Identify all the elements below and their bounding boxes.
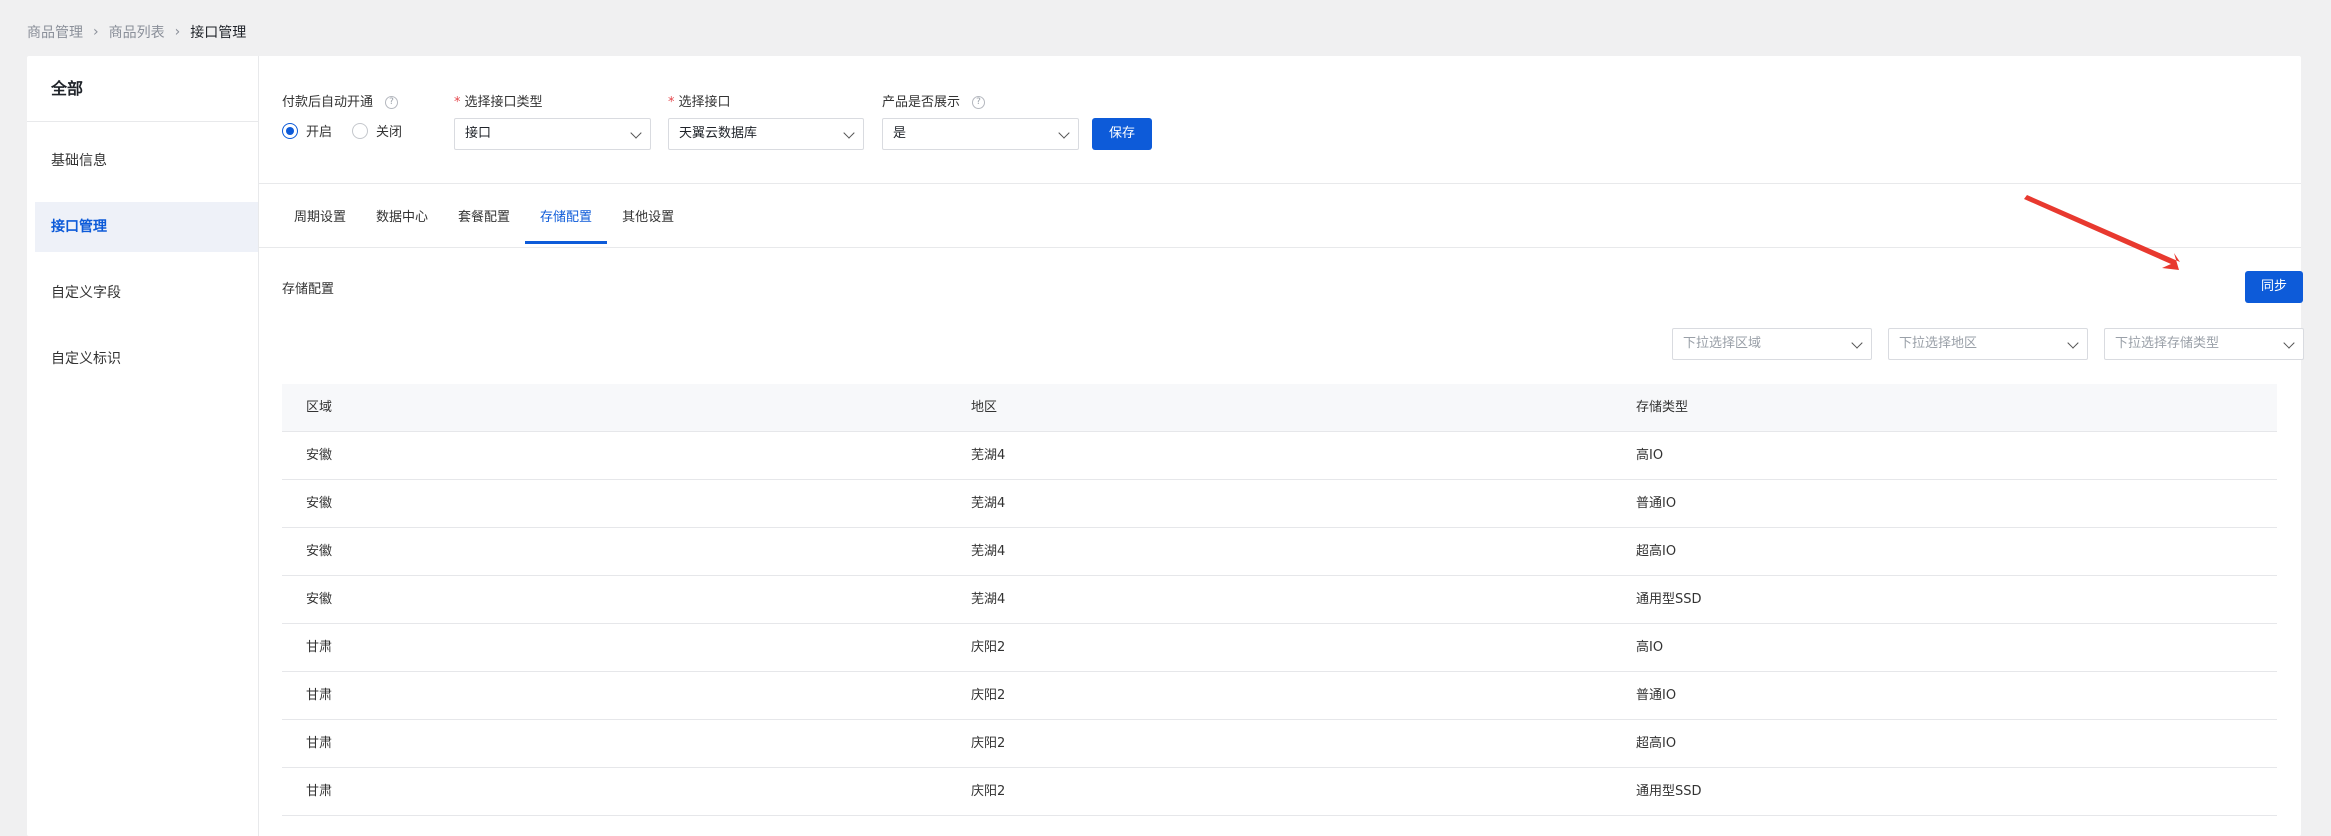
cell-storage-type: 普通IO [1636, 688, 1677, 703]
column-header-area: 地区 [971, 400, 998, 415]
tab-storage-config[interactable]: 存储配置 [525, 206, 608, 244]
section-title: 存储配置 [282, 282, 335, 297]
tabs-divider [259, 247, 2301, 248]
tab-data-center[interactable]: 数据中心 [361, 206, 443, 244]
chevron-down-icon [630, 127, 642, 139]
table-row: 甘肃 庆阳2 普通IO [282, 672, 2277, 720]
table-row: 安徽 芜湖4 普通IO [282, 480, 2277, 528]
radio-on[interactable]: 开启 [282, 121, 332, 140]
cell-area: 芜湖4 [971, 448, 1006, 463]
table-row: 安徽 芜湖4 超高IO [282, 528, 2277, 576]
save-button[interactable]: 保存 [1092, 118, 1152, 150]
column-header-storage-type: 存储类型 [1636, 400, 1689, 415]
column-header-region: 区域 [306, 400, 333, 415]
main-panel: 付款后自动开通? 开启 关闭 *选择接口类型 接口 *选择接口 天翼云数据库 [259, 56, 2304, 836]
cell-storage-type: 超高IO [1636, 544, 1677, 559]
sidebar-item-interface-management[interactable]: 接口管理 [35, 202, 258, 252]
cell-region: 安徽 [306, 496, 333, 511]
table-row: 甘肃 庆阳2 通用型SSD [282, 768, 2277, 816]
sidebar-item-custom-tags[interactable]: 自定义标识 [35, 334, 258, 384]
cell-storage-type: 通用型SSD [1636, 784, 1702, 799]
tab-other-settings[interactable]: 其他设置 [607, 206, 689, 244]
tab-package-config[interactable]: 套餐配置 [443, 206, 525, 244]
cell-area: 庆阳2 [971, 640, 1006, 655]
table-header: 区域 地区 存储类型 [282, 384, 2277, 432]
auto-open-label: 付款后自动开通? [282, 93, 422, 113]
table-row: 安徽 芜湖4 高IO [282, 432, 2277, 480]
radio-unchecked-icon [352, 122, 369, 139]
storage-table: 区域 地区 存储类型 安徽 芜湖4 高IO 安徽 芜湖4 普通IO 安徽 芜湖4 超高IO … [282, 384, 2277, 816]
radio-checked-icon [282, 122, 298, 139]
cell-area: 芜湖4 [971, 544, 1006, 559]
breadcrumb-item-product-list[interactable]: 商品列表 [109, 22, 165, 42]
display-select[interactable]: 是 [882, 118, 1079, 150]
sync-button[interactable]: 同步 [2245, 271, 2303, 303]
interface-select[interactable]: 天翼云数据库 [668, 118, 864, 150]
cell-storage-type: 高IO [1636, 448, 1664, 463]
auto-open-field: 付款后自动开通? 开启 关闭 [282, 93, 422, 140]
cell-storage-type: 高IO [1636, 640, 1664, 655]
cell-region: 甘肃 [306, 784, 333, 799]
cell-region: 安徽 [306, 544, 333, 559]
interface-field: * 选择接口 [668, 93, 731, 113]
sidebar-item-custom-fields[interactable]: 自定义字段 [35, 268, 258, 318]
storage-type-filter-select[interactable]: 下拉选择存储类型 [2104, 328, 2304, 360]
breadcrumb: 商品管理 › 商品列表 › 接口管理 [27, 22, 246, 42]
breadcrumb-separator-icon: › [93, 24, 99, 40]
area-filter-select[interactable]: 下拉选择地区 [1888, 328, 2088, 360]
region-filter-select[interactable]: 下拉选择区域 [1672, 328, 1872, 360]
breadcrumb-separator-icon: › [174, 24, 181, 40]
interface-type-select[interactable]: 接口 [454, 118, 651, 150]
help-icon[interactable]: ? [385, 96, 399, 109]
display-field: 产品是否展示? [882, 93, 986, 113]
form-divider [259, 183, 2301, 184]
content-card: 全部 基础信息 接口管理 自定义字段 自定义标识 付款后自动开通? 开启 关闭 … [27, 56, 2304, 836]
cell-storage-type: 普通IO [1636, 496, 1677, 511]
chevron-down-icon [2067, 337, 2079, 349]
cell-region: 甘肃 [306, 640, 333, 655]
cell-area: 芜湖4 [971, 496, 1006, 511]
sidebar: 全部 基础信息 接口管理 自定义字段 自定义标识 [27, 56, 259, 836]
cell-region: 甘肃 [306, 736, 333, 751]
cell-region: 安徽 [306, 448, 333, 463]
chevron-down-icon [2283, 337, 2295, 349]
config-tabs: 周期设置 数据中心 套餐配置 存储配置 其他设置 [279, 206, 689, 244]
cell-area: 庆阳2 [971, 736, 1006, 751]
display-label: 产品是否展示? [882, 93, 986, 113]
interface-label: * 选择接口 [668, 95, 731, 110]
interface-type-label: * 选择接口类型 [454, 95, 543, 110]
chevron-down-icon [843, 127, 855, 139]
cell-region: 甘肃 [306, 688, 333, 703]
cell-region: 安徽 [306, 592, 333, 607]
help-icon[interactable]: ? [972, 96, 986, 109]
sidebar-title: 全部 [27, 56, 258, 122]
tab-cycle-settings[interactable]: 周期设置 [279, 206, 361, 244]
table-row: 甘肃 庆阳2 高IO [282, 624, 2277, 672]
table-row: 安徽 芜湖4 通用型SSD [282, 576, 2277, 624]
chevron-down-icon [1058, 127, 1070, 139]
table-row: 甘肃 庆阳2 超高IO [282, 720, 2277, 768]
cell-area: 庆阳2 [971, 688, 1006, 703]
cell-storage-type: 通用型SSD [1636, 592, 1702, 607]
breadcrumb-item-current: 接口管理 [190, 25, 247, 41]
radio-off[interactable]: 关闭 [352, 121, 402, 140]
cell-area: 芜湖4 [971, 592, 1006, 607]
interface-type-field: * 选择接口类型 [454, 93, 543, 113]
breadcrumb-item-products[interactable]: 商品管理 [27, 22, 83, 42]
auto-open-radio-group: 开启 关闭 [282, 121, 422, 140]
sidebar-item-basic-info[interactable]: 基础信息 [35, 136, 258, 186]
cell-storage-type: 超高IO [1636, 736, 1677, 751]
cell-area: 庆阳2 [971, 784, 1006, 799]
chevron-down-icon [1851, 337, 1863, 349]
